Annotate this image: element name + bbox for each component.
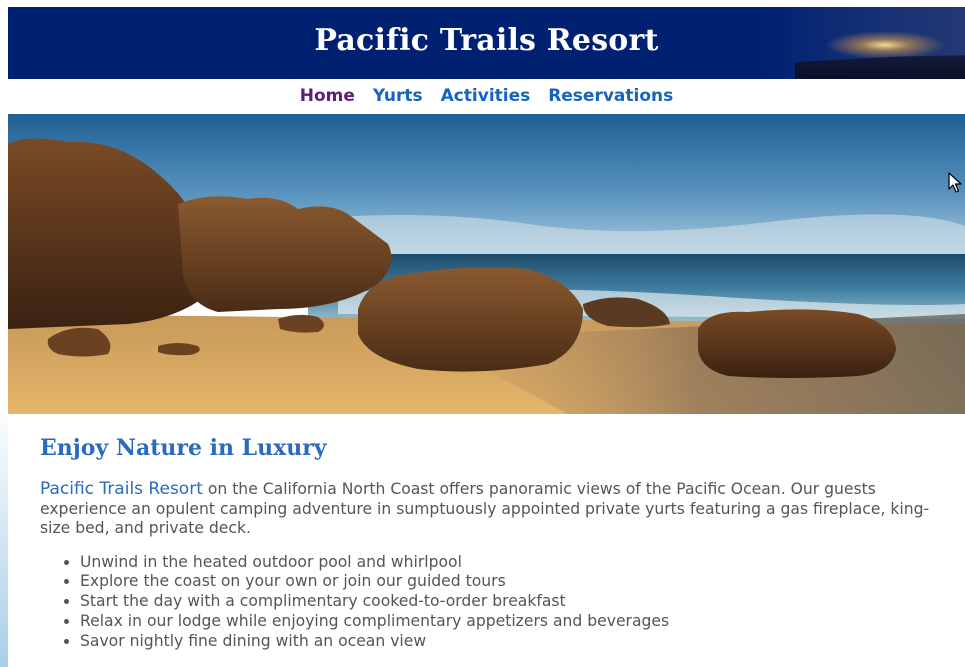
nav-link-activities[interactable]: Activities	[441, 86, 531, 106]
intro-paragraph: Pacific Trails Resort on the California …	[40, 479, 933, 539]
site-title: Pacific Trails Resort	[314, 23, 659, 58]
nav-link-yurts[interactable]: Yurts	[373, 86, 423, 106]
page-wrapper: Pacific Trails Resort Home Yurts Activit…	[8, 7, 965, 667]
mouse-pointer-icon	[948, 172, 962, 198]
hero-image	[8, 114, 965, 414]
list-item: Savor nightly fine dining with an ocean …	[80, 632, 933, 652]
list-item: Unwind in the heated outdoor pool and wh…	[80, 553, 933, 573]
list-item: Start the day with a complimentary cooke…	[80, 592, 933, 612]
nav-link-reservations[interactable]: Reservations	[548, 86, 673, 106]
feature-list: Unwind in the heated outdoor pool and wh…	[40, 553, 933, 652]
nav-link-home[interactable]: Home	[300, 86, 355, 106]
page-heading: Enjoy Nature in Luxury	[40, 435, 327, 461]
list-item: Relax in our lodge while enjoying compli…	[80, 612, 933, 632]
intro-resort-name: Pacific Trails Resort	[40, 479, 203, 499]
hero-beach-photo	[8, 114, 965, 414]
main-nav: Home Yurts Activities Reservations	[8, 79, 965, 114]
site-header: Pacific Trails Resort	[8, 7, 965, 79]
main-content: Enjoy Nature in Luxury Pacific Trails Re…	[8, 434, 965, 651]
list-item: Explore the coast on your own or join ou…	[80, 572, 933, 592]
